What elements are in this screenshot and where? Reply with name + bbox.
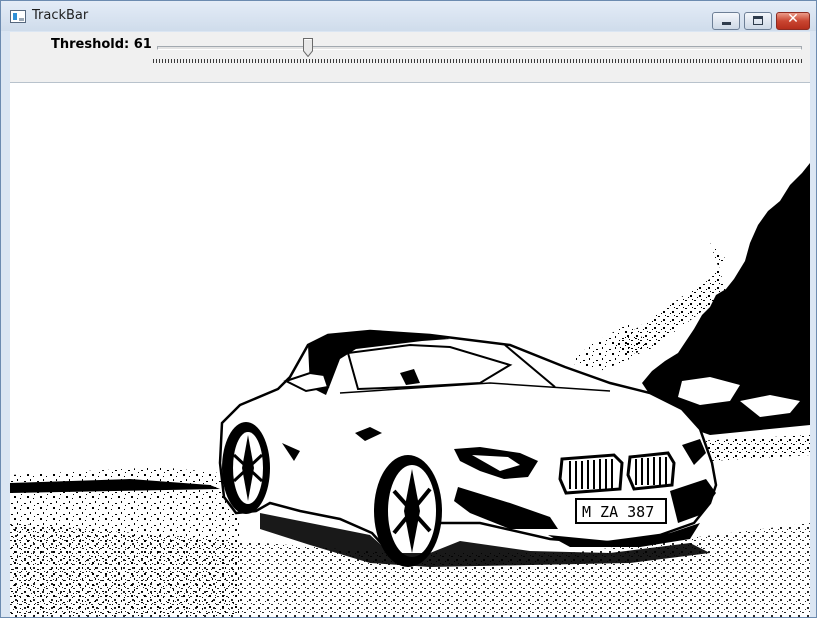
app-window: TrackBar ✕ Threshold: 61 M ZA 387: [0, 0, 817, 618]
slider-thumb[interactable]: [302, 38, 313, 57]
app-icon: [10, 10, 26, 23]
title-bar[interactable]: TrackBar ✕: [1, 1, 816, 31]
window-title: TrackBar: [32, 8, 89, 23]
minimize-icon: [722, 22, 731, 25]
thresholded-car-image: M ZA 387: [10, 163, 810, 617]
threshold-slider[interactable]: [149, 34, 802, 74]
threshold-image-view: M ZA 387: [10, 83, 810, 617]
maximize-button[interactable]: [744, 12, 772, 30]
close-icon: ✕: [787, 11, 799, 27]
slider-track[interactable]: [157, 46, 802, 50]
trackbar-panel: Threshold: 61: [10, 32, 810, 83]
license-plate-text: M ZA 387: [582, 503, 654, 521]
threshold-label: Threshold: 61: [51, 37, 152, 52]
maximize-icon: [753, 16, 763, 25]
minimize-button[interactable]: [712, 12, 740, 30]
slider-ticks: [153, 59, 802, 63]
close-button[interactable]: ✕: [776, 11, 810, 30]
